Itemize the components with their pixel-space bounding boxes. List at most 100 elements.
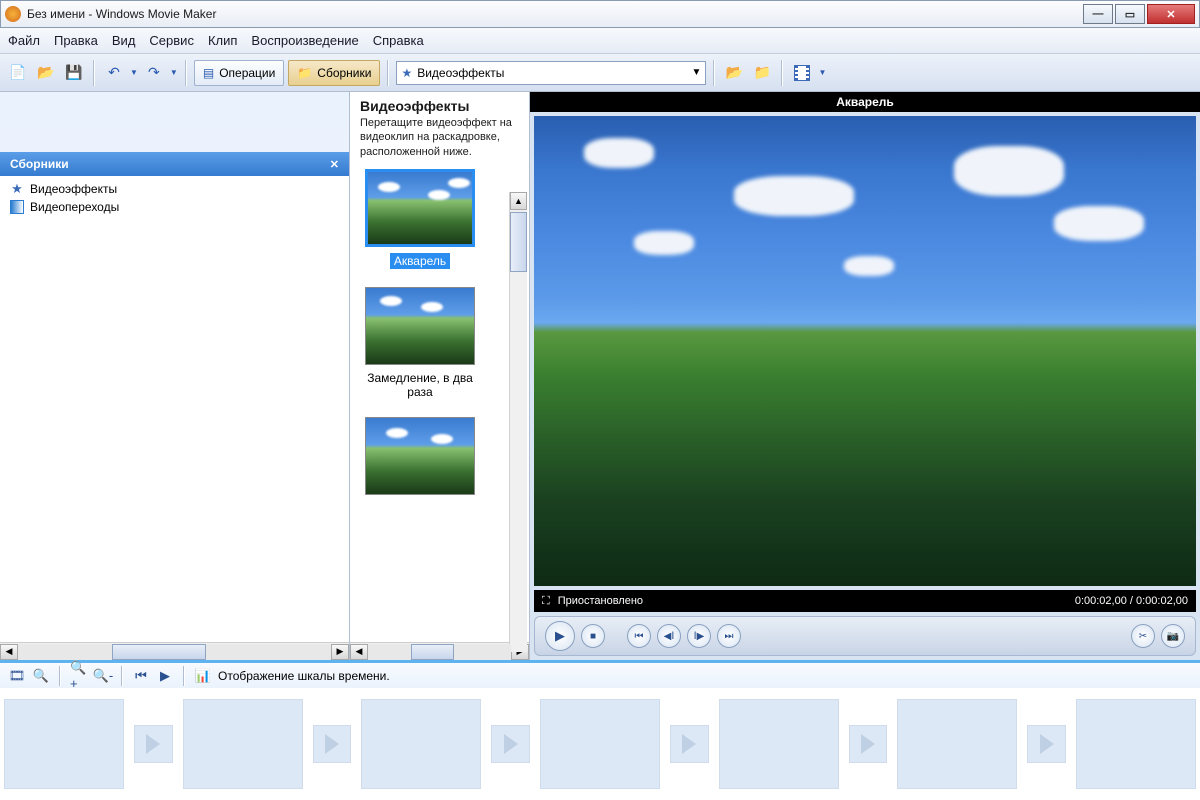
scroll-left-button[interactable]: ◀ — [0, 644, 18, 660]
preview-pane: Акварель ⛶ Приостановлено 0:00:02,00 / 0… — [530, 92, 1200, 660]
storyboard-clip-slot[interactable] — [183, 699, 303, 789]
storyboard-transition-slot[interactable] — [491, 725, 530, 763]
collections-tree: ★ Видеоэффекты Видеопереходы — [0, 176, 349, 642]
separator — [185, 60, 187, 86]
split-clip-button[interactable]: ✂ — [1131, 624, 1155, 648]
previous-button[interactable]: ⏮ — [627, 624, 651, 648]
close-pane-button[interactable]: ✕ — [330, 158, 339, 171]
scroll-thumb[interactable] — [112, 644, 206, 660]
save-project-button[interactable]: 💾 — [62, 61, 86, 85]
vertical-scrollbar[interactable]: ▲ — [509, 192, 527, 652]
tree-item-video-effects[interactable]: ★ Видеоэффекты — [0, 180, 349, 198]
horizontal-scrollbar[interactable]: ◀ ▶ — [0, 642, 349, 660]
rewind-icon[interactable]: ⏮ — [132, 667, 150, 685]
menu-edit[interactable]: Правка — [54, 33, 98, 48]
scroll-thumb[interactable] — [510, 212, 527, 272]
up-level-button[interactable]: 📂 — [722, 61, 746, 85]
effect-item-slowdown[interactable]: Замедление, в два раза — [360, 287, 480, 399]
scroll-left-button[interactable]: ◀ — [350, 644, 368, 660]
storyboard-transition-slot[interactable] — [313, 725, 352, 763]
minimize-button[interactable]: — — [1083, 4, 1113, 24]
separator — [387, 60, 389, 86]
storyboard-clip-slot[interactable] — [1076, 699, 1196, 789]
storyboard-clip-slot[interactable] — [897, 699, 1017, 789]
storyboard-clip-slot[interactable] — [719, 699, 839, 789]
storyboard[interactable] — [0, 688, 1200, 800]
scroll-track[interactable] — [18, 644, 331, 660]
star-icon: ★ — [10, 182, 24, 196]
chevron-down-icon: ▼ — [692, 67, 702, 78]
tree-item-video-transitions[interactable]: Видеопереходы — [0, 198, 349, 216]
stop-button[interactable]: ■ — [581, 624, 605, 648]
separator — [713, 60, 715, 86]
storyboard-transition-slot[interactable] — [134, 725, 173, 763]
redo-button[interactable]: ↷ — [142, 61, 166, 85]
combo-value: Видеоэффекты — [417, 66, 504, 80]
operations-label: Операции — [219, 66, 275, 80]
effect-label: Замедление, в два раза — [367, 371, 473, 399]
folder-icon: 📁 — [297, 66, 312, 80]
tree-item-label: Видеопереходы — [30, 200, 119, 214]
maximize-button[interactable]: ▭ — [1115, 4, 1145, 24]
playback-controls: ▶ ■ ⏮ ◀Ⅰ Ⅰ▶ ⏭ ✂ 📷 — [534, 616, 1196, 656]
effect-item-watercolor[interactable]: Акварель — [360, 169, 480, 269]
play-timeline-icon[interactable]: ▶ — [156, 667, 174, 685]
menu-file[interactable]: Файл — [8, 33, 40, 48]
scroll-track[interactable] — [368, 644, 511, 660]
fullscreen-icon[interactable]: ⛶ — [542, 595, 550, 608]
next-button[interactable]: ⏭ — [717, 624, 741, 648]
new-folder-button[interactable]: 📁 — [750, 61, 774, 85]
undo-dropdown[interactable]: ▼ — [130, 68, 138, 77]
title-bar: Без имени - Windows Movie Maker — ▭ ✕ — [0, 0, 1200, 28]
tasks-icon: ▤ — [203, 66, 214, 80]
operations-button[interactable]: ▤ Операции — [194, 60, 284, 86]
frame-back-button[interactable]: ◀Ⅰ — [657, 624, 681, 648]
app-icon — [5, 6, 21, 22]
storyboard-transition-slot[interactable] — [849, 725, 888, 763]
timeline-mode-icon[interactable]: 📊 — [194, 667, 212, 685]
collections-pane: Сборники ✕ ★ Видеоэффекты Видеопереходы … — [0, 92, 350, 660]
scroll-up-button[interactable]: ▲ — [510, 192, 527, 210]
preview-clip-title: Акварель — [530, 92, 1200, 112]
close-button[interactable]: ✕ — [1147, 4, 1195, 24]
storyboard-transition-slot[interactable] — [670, 725, 709, 763]
preview-status-bar: ⛶ Приостановлено 0:00:02,00 / 0:00:02,00 — [534, 590, 1196, 612]
undo-button[interactable]: ↶ — [102, 61, 126, 85]
view-dropdown[interactable]: ▼ — [818, 68, 826, 77]
menu-tools[interactable]: Сервис — [149, 33, 194, 48]
menu-view[interactable]: Вид — [112, 33, 136, 48]
horizontal-scrollbar[interactable]: ◀ ▶ — [350, 642, 529, 660]
frame-forward-button[interactable]: Ⅰ▶ — [687, 624, 711, 648]
storyboard-clip-slot[interactable] — [540, 699, 660, 789]
open-project-button[interactable]: 📂 — [34, 61, 58, 85]
play-button[interactable]: ▶ — [545, 621, 575, 651]
redo-dropdown[interactable]: ▼ — [170, 68, 178, 77]
scroll-right-button[interactable]: ▶ — [331, 644, 349, 660]
storyboard-clip-slot[interactable] — [361, 699, 481, 789]
separator — [183, 666, 185, 686]
storyboard-transition-slot[interactable] — [1027, 725, 1066, 763]
collections-header: Сборники ✕ — [0, 152, 349, 176]
effects-instructions: Перетащите видеоэффект на видеоклип на р… — [360, 116, 519, 159]
menu-help[interactable]: Справка — [373, 33, 424, 48]
zoom-fit-icon[interactable]: 🔍 — [32, 667, 50, 685]
menu-play[interactable]: Воспроизведение — [251, 33, 358, 48]
view-options-button[interactable] — [790, 61, 814, 85]
effect-thumbnail — [365, 169, 475, 247]
collections-button[interactable]: 📁 Сборники — [288, 60, 380, 86]
zoom-in-icon[interactable]: 🔍+ — [70, 667, 88, 685]
take-photo-button[interactable]: 📷 — [1161, 624, 1185, 648]
timeline-label[interactable]: Отображение шкалы времени. — [218, 669, 390, 683]
storyboard-clip-slot[interactable] — [4, 699, 124, 789]
toolbar: 📄 📂 💾 ↶ ▼ ↷ ▼ ▤ Операции 📁 Сборники ★ Ви… — [0, 54, 1200, 92]
scroll-thumb[interactable] — [411, 644, 454, 660]
menu-clip[interactable]: Клип — [208, 33, 237, 48]
timeline-view-icon[interactable]: 🎞 — [8, 667, 26, 685]
separator — [93, 60, 95, 86]
collection-combo[interactable]: ★ Видеоэффекты ▼ — [396, 61, 706, 85]
new-project-button[interactable]: 📄 — [6, 61, 30, 85]
zoom-out-icon[interactable]: 🔍- — [94, 667, 112, 685]
effect-thumbnail — [365, 417, 475, 495]
separator — [121, 666, 123, 686]
effect-item[interactable] — [360, 417, 480, 495]
